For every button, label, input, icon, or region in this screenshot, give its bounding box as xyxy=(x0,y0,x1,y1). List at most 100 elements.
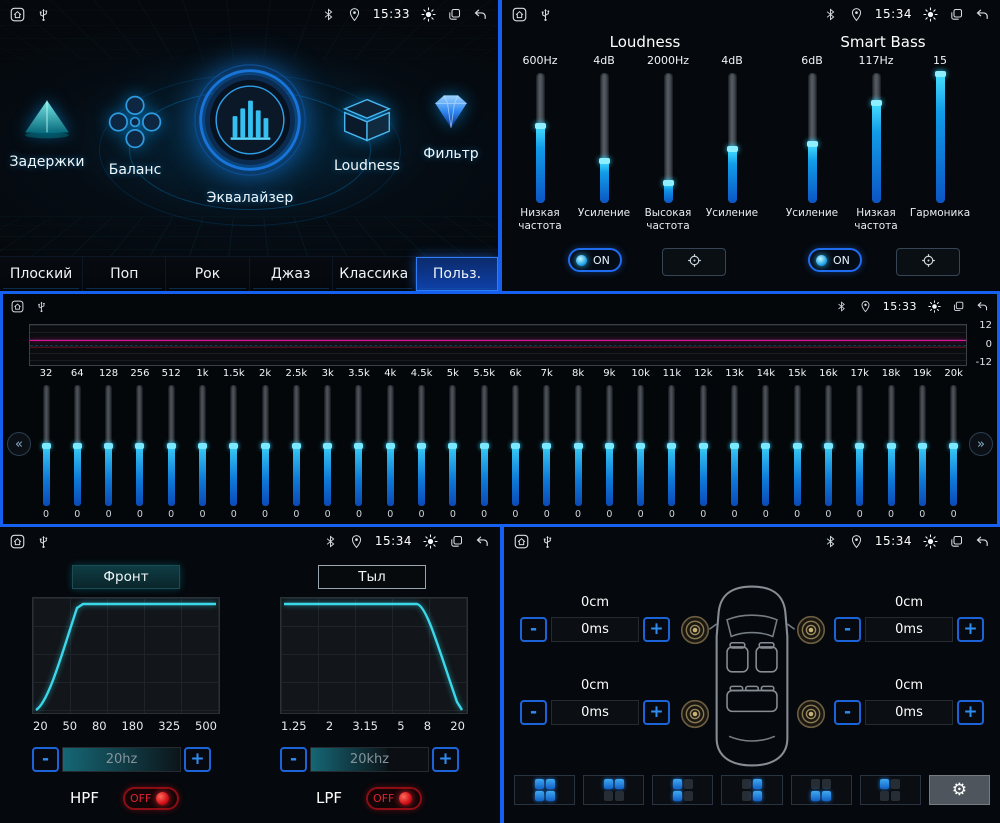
back-icon[interactable] xyxy=(975,7,990,22)
eq-band: 7k 0 xyxy=(534,368,560,522)
slider-track[interactable] xyxy=(728,73,737,203)
recent-apps-icon[interactable] xyxy=(447,7,462,22)
band-slider[interactable] xyxy=(324,385,331,506)
menu-item-filter[interactable]: Фильтр xyxy=(408,90,494,162)
recent-apps-icon[interactable] xyxy=(949,534,964,549)
band-slider[interactable] xyxy=(105,385,112,506)
brightness-icon[interactable] xyxy=(923,7,938,22)
band-slider[interactable] xyxy=(919,385,926,506)
delay-increase-button[interactable]: + xyxy=(957,617,984,642)
back-icon[interactable] xyxy=(976,300,989,313)
delay-decrease-button[interactable]: - xyxy=(834,617,861,642)
band-slider[interactable] xyxy=(950,385,957,506)
listening-zone-button[interactable] xyxy=(721,775,782,805)
delay-increase-button[interactable]: + xyxy=(957,700,984,725)
band-slider[interactable] xyxy=(794,385,801,506)
preset-tab-classic[interactable]: Классика xyxy=(333,257,416,291)
next-page-button[interactable]: » xyxy=(969,432,993,456)
back-icon[interactable] xyxy=(473,7,488,22)
band-slider[interactable] xyxy=(449,385,456,506)
menu-item-balance[interactable]: Баланс xyxy=(90,94,180,178)
band-slider[interactable] xyxy=(387,385,394,506)
home-icon[interactable] xyxy=(11,300,24,313)
band-slider[interactable] xyxy=(575,385,582,506)
preset-tab-flat[interactable]: Плоский xyxy=(0,257,83,291)
listening-zone-button[interactable] xyxy=(791,775,852,805)
band-slider[interactable] xyxy=(668,385,675,506)
home-icon[interactable] xyxy=(10,7,25,22)
band-slider[interactable] xyxy=(731,385,738,506)
band-slider[interactable] xyxy=(481,385,488,506)
brightness-icon[interactable] xyxy=(421,7,436,22)
preset-tab-user[interactable]: Польз. xyxy=(416,257,498,291)
listening-zone-button[interactable] xyxy=(583,775,644,805)
loudness-section-title: Loudness xyxy=(590,33,700,51)
band-slider[interactable] xyxy=(43,385,50,506)
slider-track[interactable] xyxy=(808,73,817,203)
delay-decrease-button[interactable]: - xyxy=(520,617,547,642)
loudness-on-toggle[interactable]: ON xyxy=(568,248,622,272)
lpf-increase-button[interactable]: + xyxy=(432,747,459,772)
smartbass-on-toggle[interactable]: ON xyxy=(808,248,862,272)
prev-page-button[interactable]: « xyxy=(7,432,31,456)
hpf-increase-button[interactable]: + xyxy=(184,747,211,772)
band-slider[interactable] xyxy=(762,385,769,506)
band-slider[interactable] xyxy=(543,385,550,506)
lpf-decrease-button[interactable]: - xyxy=(280,747,307,772)
band-slider[interactable] xyxy=(74,385,81,506)
band-slider[interactable] xyxy=(262,385,269,506)
band-slider[interactable] xyxy=(637,385,644,506)
slider-track[interactable] xyxy=(536,73,545,203)
band-slider[interactable] xyxy=(293,385,300,506)
hpf-decrease-button[interactable]: - xyxy=(32,747,59,772)
band-slider[interactable] xyxy=(888,385,895,506)
slider-track[interactable] xyxy=(600,73,609,203)
band-slider[interactable] xyxy=(418,385,425,506)
settings-button[interactable]: ⚙ xyxy=(929,775,990,805)
listening-zone-button[interactable] xyxy=(514,775,575,805)
back-icon[interactable] xyxy=(475,534,490,549)
smartbass-target-button[interactable] xyxy=(896,248,960,276)
menu-item-loudness[interactable]: Loudness xyxy=(320,94,414,174)
band-slider[interactable] xyxy=(825,385,832,506)
band-slider[interactable] xyxy=(230,385,237,506)
lpf-power-toggle[interactable]: OFF xyxy=(366,787,422,810)
tab-rear[interactable]: Тыл xyxy=(318,565,426,589)
band-slider[interactable] xyxy=(355,385,362,506)
delay-decrease-button[interactable]: - xyxy=(834,700,861,725)
listening-zone-button[interactable] xyxy=(652,775,713,805)
home-icon[interactable] xyxy=(514,534,529,549)
slider-track[interactable] xyxy=(872,73,881,203)
slider-track[interactable] xyxy=(664,73,673,203)
recent-apps-icon[interactable] xyxy=(449,534,464,549)
band-slider[interactable] xyxy=(700,385,707,506)
band-slider[interactable] xyxy=(199,385,206,506)
brightness-icon[interactable] xyxy=(928,300,941,313)
recent-apps-icon[interactable] xyxy=(949,7,964,22)
band-value: 0 xyxy=(794,509,800,522)
back-icon[interactable] xyxy=(975,534,990,549)
band-slider[interactable] xyxy=(168,385,175,506)
home-icon[interactable] xyxy=(512,7,527,22)
preset-tab-pop[interactable]: Поп xyxy=(83,257,166,291)
menu-item-delays[interactable]: Задержки xyxy=(4,96,90,170)
home-icon[interactable] xyxy=(10,534,25,549)
band-slider[interactable] xyxy=(512,385,519,506)
band-slider[interactable] xyxy=(136,385,143,506)
recent-apps-icon[interactable] xyxy=(952,300,965,313)
band-slider[interactable] xyxy=(856,385,863,506)
delay-increase-button[interactable]: + xyxy=(643,617,670,642)
delay-decrease-button[interactable]: - xyxy=(520,700,547,725)
delay-increase-button[interactable]: + xyxy=(643,700,670,725)
band-slider[interactable] xyxy=(606,385,613,506)
menu-item-equalizer[interactable]: Эквалайзер xyxy=(176,62,324,206)
loudness-target-button[interactable] xyxy=(662,248,726,276)
slider-track[interactable] xyxy=(936,73,945,203)
tab-front[interactable]: Фронт xyxy=(72,565,180,589)
listening-zone-button[interactable] xyxy=(860,775,921,805)
brightness-icon[interactable] xyxy=(423,534,438,549)
preset-tab-jazz[interactable]: Джаз xyxy=(250,257,333,291)
hpf-power-toggle[interactable]: OFF xyxy=(123,787,179,810)
preset-tab-rock[interactable]: Рок xyxy=(166,257,249,291)
brightness-icon[interactable] xyxy=(923,534,938,549)
